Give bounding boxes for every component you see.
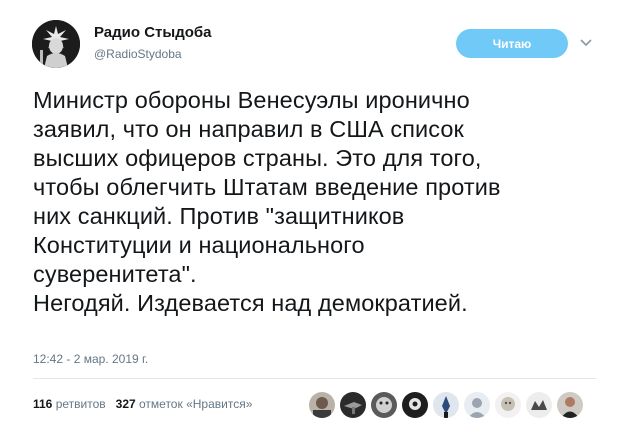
liker-avatar[interactable] [495, 392, 521, 418]
liker-avatar[interactable] [340, 392, 366, 418]
retweets-label: ретвитов [55, 397, 106, 411]
liker-avatar[interactable] [526, 392, 552, 418]
liker-avatar[interactable] [464, 392, 490, 418]
author-name[interactable]: Радио Стыдоба [94, 24, 212, 41]
divider [33, 378, 596, 379]
follow-button[interactable]: Читаю [456, 29, 568, 58]
tweet-text: Министр обороны Венесуэлы иронично заяви… [33, 87, 501, 316]
retweets-stat[interactable]: 116 ретвитов [33, 397, 106, 411]
tweet-stats: 116 ретвитов 327 отметок «Нравится» [33, 397, 252, 411]
author-handle[interactable]: @RadioStydoba [94, 47, 182, 61]
author-avatar[interactable] [32, 20, 80, 68]
liker-avatar[interactable] [557, 392, 583, 418]
liker-avatar[interactable] [433, 392, 459, 418]
liker-avatar[interactable] [402, 392, 428, 418]
likes-stat[interactable]: 327 отметок «Нравится» [116, 397, 253, 411]
liker-avatar[interactable] [371, 392, 397, 418]
tweet-card: Радио Стыдоба @RadioStydoba Читаю Минист… [0, 0, 628, 439]
chevron-down-icon[interactable] [577, 34, 595, 52]
likes-label: отметок «Нравится» [139, 397, 253, 411]
likes-count: 327 [115, 397, 136, 411]
retweets-count: 116 [33, 397, 53, 411]
tweet-timestamp[interactable]: 12:42 - 2 мар. 2019 г. [33, 352, 148, 366]
liker-avatar[interactable] [309, 392, 335, 418]
likers-avatars [309, 390, 588, 420]
